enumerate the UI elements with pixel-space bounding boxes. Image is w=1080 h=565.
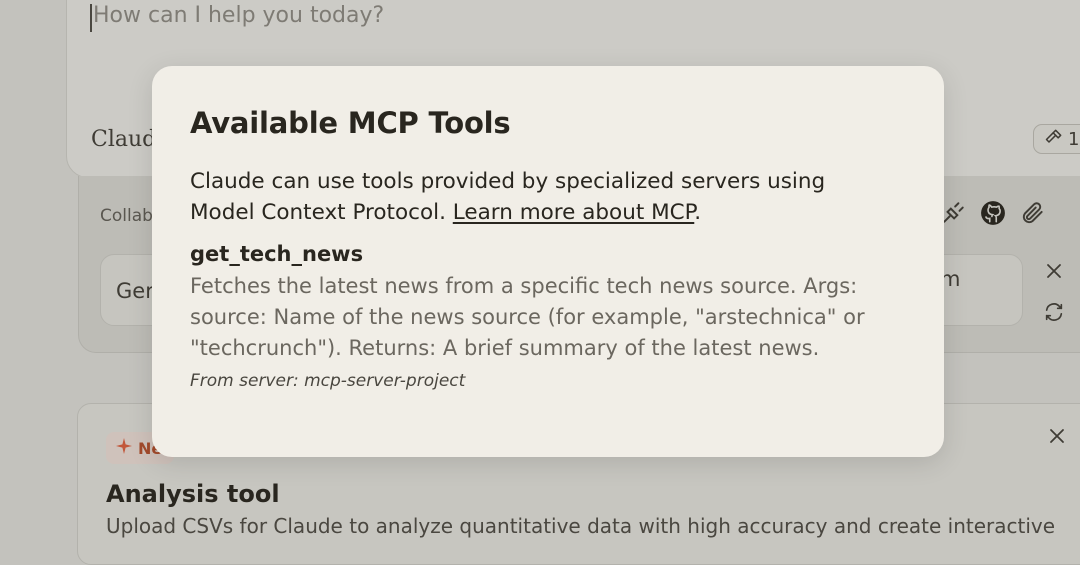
refresh-icon[interactable] [1043, 301, 1065, 327]
collab-label: Collab [100, 206, 153, 226]
tool-description: Fetches the latest news from a specific … [190, 274, 865, 360]
mcp-tools-button[interactable]: 1 [1033, 124, 1080, 154]
sparkle-icon [116, 438, 132, 458]
learn-more-mcp-link[interactable]: Learn more about MCP [453, 200, 695, 225]
paperclip-icon[interactable] [1020, 200, 1046, 226]
suggestion-text: Ger [116, 279, 154, 303]
text-caret [90, 4, 92, 32]
close-icon[interactable] [1047, 426, 1067, 450]
hammer-icon [1044, 127, 1064, 152]
mcp-tools-count: 1 [1068, 128, 1080, 150]
feature-title: Analysis tool [106, 480, 280, 508]
mcp-tools-dialog: Available MCP Tools Claude can use tools… [152, 66, 944, 457]
tool-name: get_tech_news [190, 242, 364, 266]
dialog-title: Available MCP Tools [190, 106, 511, 140]
github-icon[interactable] [980, 200, 1006, 226]
tool-server: From server: mcp-server-project [190, 371, 466, 391]
close-icon[interactable] [1044, 261, 1064, 285]
composer-input-placeholder[interactable]: How can I help you today? [93, 3, 384, 28]
panel-toolbar [940, 200, 1046, 226]
dialog-intro: Claude can use tools provided by special… [190, 166, 890, 228]
dialog-intro-end: . [694, 200, 702, 225]
feature-description: Upload CSVs for Claude to analyze quanti… [106, 514, 1056, 538]
